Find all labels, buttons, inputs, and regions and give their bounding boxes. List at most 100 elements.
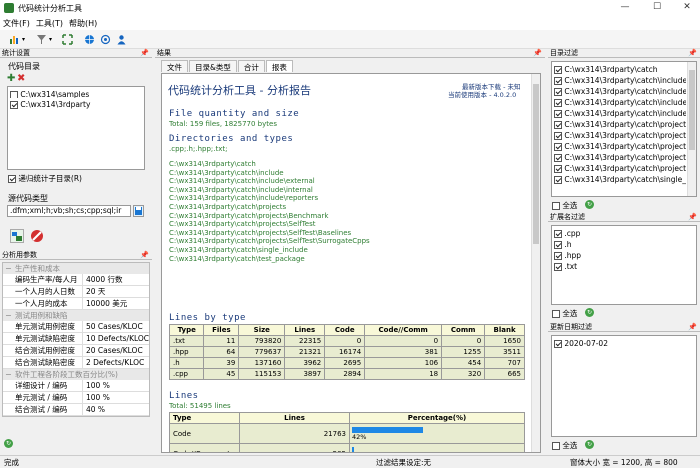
list-item[interactable]: .h xyxy=(554,239,694,250)
list-scrollbar[interactable] xyxy=(687,62,696,196)
checkbox[interactable] xyxy=(552,310,560,318)
property-value[interactable]: 100 % xyxy=(83,392,149,403)
checkbox[interactable] xyxy=(554,230,562,238)
tab-total[interactable]: 合计 xyxy=(237,60,265,72)
menu-help[interactable]: 帮助(H) xyxy=(66,17,100,30)
pin-icon[interactable]: 📌 xyxy=(688,323,697,332)
checkbox[interactable] xyxy=(554,252,562,260)
tab-dir-type[interactable]: 目录&类型 xyxy=(189,60,237,72)
save-icon[interactable] xyxy=(133,205,144,217)
select-all-checkbox[interactable]: 全选 xyxy=(552,440,577,451)
tab-files[interactable]: 文件 xyxy=(161,60,188,72)
checkbox[interactable] xyxy=(10,91,18,98)
checkbox[interactable] xyxy=(554,241,562,249)
remove-icon[interactable]: ✖ xyxy=(17,73,25,84)
property-row[interactable]: 一个人月的人日数 20 天 xyxy=(3,286,149,298)
report-scrollbar[interactable] xyxy=(531,74,540,452)
close-button[interactable]: ✕ xyxy=(678,2,696,15)
select-all-checkbox[interactable]: 全选 xyxy=(552,200,577,211)
list-item[interactable]: .cpp xyxy=(554,228,694,239)
list-item[interactable]: C:\wx314\3rdparty\catch\projects\SelfTes… xyxy=(554,152,686,163)
checkbox[interactable] xyxy=(554,340,562,348)
globe-icon[interactable] xyxy=(84,34,95,45)
filter-icon[interactable] xyxy=(36,34,47,45)
property-value[interactable]: 40 % xyxy=(83,404,149,415)
dropdown-arrow-icon[interactable]: ▾ xyxy=(22,36,33,47)
refresh-icon[interactable]: ↻ xyxy=(585,200,594,209)
select-all-checkbox[interactable]: 全选 xyxy=(552,308,577,319)
property-value[interactable]: 10 Defects/KLOC xyxy=(83,333,149,344)
list-item[interactable]: C:\wx314\3rdparty xyxy=(8,98,144,109)
list-item[interactable]: C:\wx314\samples xyxy=(8,87,144,98)
checkbox[interactable] xyxy=(554,154,562,162)
checkbox[interactable] xyxy=(554,176,562,184)
checkbox[interactable] xyxy=(554,132,562,140)
list-item[interactable]: C:\wx314\3rdparty\catch\single_include xyxy=(554,174,686,185)
property-row[interactable]: 结合测试 / 编码 40 % xyxy=(3,404,149,416)
dropdown-arrow-icon[interactable]: ▾ xyxy=(49,36,60,47)
minimize-button[interactable]: — xyxy=(616,2,634,15)
property-value[interactable]: 4000 行数 xyxy=(83,274,149,285)
maximize-button[interactable]: ☐ xyxy=(648,2,666,15)
checkbox[interactable] xyxy=(10,101,18,109)
run-icon[interactable] xyxy=(10,229,24,243)
list-item[interactable]: C:\wx314\3rdparty\catch\projects xyxy=(554,119,686,130)
property-row[interactable]: 结合测试用例密度 20 Cases/KLOC xyxy=(3,345,149,357)
property-value[interactable]: 100 % xyxy=(83,380,149,391)
property-value[interactable]: 2 Defects/KLOC xyxy=(83,357,149,368)
property-row[interactable]: 结合测试缺陷密度 2 Defects/KLOC xyxy=(3,357,149,369)
list-item[interactable]: 2020-07-02 xyxy=(554,338,694,349)
scrollbar-thumb[interactable] xyxy=(689,70,695,150)
pin-icon[interactable]: 📌 xyxy=(140,251,149,260)
property-row[interactable]: 单元测试 / 编码 100 % xyxy=(3,392,149,404)
list-item[interactable]: C:\wx314\3rdparty\catch\include\reporter… xyxy=(554,108,686,119)
list-item[interactable]: C:\wx314\3rdparty\catch\include\external xyxy=(554,86,686,97)
property-value[interactable]: 50 Cases/KLOC xyxy=(83,321,149,332)
property-row[interactable]: 单元测试用例密度 50 Cases/KLOC xyxy=(3,321,149,333)
property-row[interactable]: 单元测试缺陷密度 10 Defects/KLOC xyxy=(3,333,149,345)
refresh-icon[interactable]: ↻ xyxy=(4,439,13,448)
checkbox[interactable] xyxy=(554,143,562,151)
section-header[interactable]: 生产性和成本 xyxy=(3,263,149,274)
source-type-input[interactable]: .dfm;xml;h;vb;sh;cs;cpp;sql;ir xyxy=(7,205,131,217)
tab-report[interactable]: 报表 xyxy=(265,60,293,72)
checkbox[interactable] xyxy=(554,165,562,173)
stats-icon[interactable] xyxy=(9,34,20,45)
section-header[interactable]: 测试用例和缺陷 xyxy=(3,310,149,321)
property-value[interactable]: 20 Cases/KLOC xyxy=(83,345,149,356)
list-item[interactable]: C:\wx314\3rdparty\catch\include\internal xyxy=(554,97,686,108)
pin-icon[interactable]: 📌 xyxy=(688,49,697,58)
property-row[interactable]: 一个人月的成本 10000 美元 xyxy=(3,298,149,310)
checkbox[interactable] xyxy=(554,110,562,118)
checkbox[interactable] xyxy=(552,442,560,450)
pin-icon[interactable]: 📌 xyxy=(140,49,149,58)
recursive-checkbox[interactable]: 递归统计子目录(R) xyxy=(8,173,82,184)
checkbox[interactable] xyxy=(554,263,562,271)
checkbox[interactable] xyxy=(554,121,562,129)
update-icon[interactable] xyxy=(100,34,111,45)
property-value[interactable]: 20 天 xyxy=(83,286,149,297)
list-item[interactable]: .hpp xyxy=(554,250,694,261)
user-icon[interactable] xyxy=(116,34,127,45)
list-item[interactable]: C:\wx314\3rdparty\catch\projects\SelfTes… xyxy=(554,141,686,152)
expand-icon[interactable] xyxy=(62,34,73,45)
property-value[interactable]: 10000 美元 xyxy=(83,298,149,309)
checkbox[interactable] xyxy=(554,88,562,96)
add-icon[interactable]: ✚ xyxy=(7,73,15,84)
pin-icon[interactable]: 📌 xyxy=(688,213,697,222)
checkbox[interactable] xyxy=(8,175,16,183)
refresh-icon[interactable]: ↻ xyxy=(585,308,594,317)
menu-tools[interactable]: 工具(T) xyxy=(33,17,66,30)
checkbox[interactable] xyxy=(552,202,560,210)
list-item[interactable]: C:\wx314\3rdparty\catch xyxy=(554,64,686,75)
checkbox[interactable] xyxy=(554,66,562,74)
list-item[interactable]: C:\wx314\3rdparty\catch\projects\SelfTes… xyxy=(554,163,686,174)
section-header[interactable]: 软件工程各阶段工数百分比(%) xyxy=(3,369,149,380)
pin-icon[interactable]: 📌 xyxy=(533,49,542,58)
property-row[interactable]: 详细设计 / 编码 100 % xyxy=(3,380,149,392)
property-row[interactable]: 编码生产率/每人月 4000 行数 xyxy=(3,274,149,286)
refresh-icon[interactable]: ↻ xyxy=(585,440,594,449)
menu-file[interactable]: 文件(F) xyxy=(0,17,33,30)
scrollbar-thumb[interactable] xyxy=(533,84,539,244)
checkbox[interactable] xyxy=(554,99,562,107)
